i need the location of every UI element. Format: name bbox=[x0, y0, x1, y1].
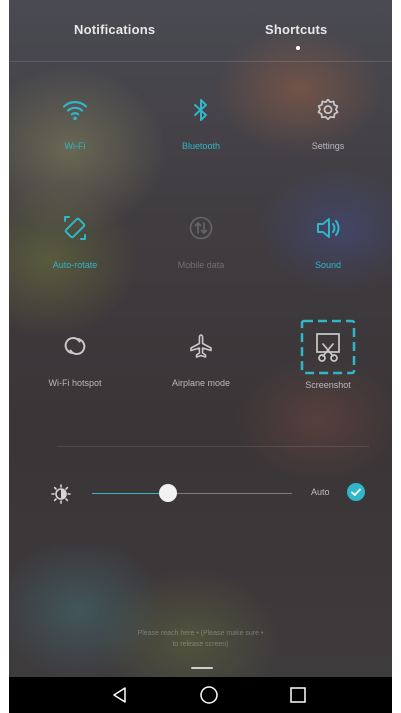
shortcut-label: Sound bbox=[314, 260, 342, 270]
footer-hint-line: to release screen) bbox=[172, 641, 229, 648]
shortcut-airplane-mode[interactable]: Airplane mode bbox=[137, 332, 265, 389]
wifi-icon bbox=[62, 101, 88, 121]
shortcut-auto-rotate[interactable]: Auto-rotate bbox=[11, 214, 139, 271]
panel-drag-handle[interactable] bbox=[191, 667, 213, 669]
check-icon bbox=[351, 488, 361, 496]
shortcut-screenshot[interactable]: Screenshot bbox=[264, 319, 392, 391]
shortcut-label: Airplane mode bbox=[171, 378, 231, 388]
brightness-slider[interactable] bbox=[92, 484, 292, 502]
gear-icon bbox=[317, 98, 339, 121]
shortcut-label: Auto-rotate bbox=[52, 260, 98, 270]
brightness-control: Auto bbox=[9, 476, 392, 512]
shortcut-sound[interactable]: Sound bbox=[264, 214, 392, 271]
auto-brightness-label: Auto bbox=[311, 487, 330, 497]
airplane-icon bbox=[190, 334, 212, 358]
back-icon[interactable] bbox=[110, 685, 130, 705]
section-divider bbox=[57, 446, 369, 447]
screenshot-icon bbox=[300, 319, 356, 375]
speaker-icon bbox=[317, 218, 340, 238]
hotspot-icon bbox=[64, 337, 86, 355]
shortcut-wifi[interactable]: Wi-Fi bbox=[11, 97, 139, 152]
recent-apps-icon[interactable] bbox=[288, 685, 308, 705]
shortcut-settings[interactable]: Settings bbox=[264, 97, 392, 152]
shortcut-bluetooth[interactable]: Bluetooth bbox=[137, 97, 265, 152]
shortcut-label: Settings bbox=[311, 141, 345, 151]
home-icon[interactable] bbox=[199, 685, 219, 705]
footer-hint-line: Please reach here • (Please make sure • bbox=[137, 630, 264, 637]
auto-brightness-checkbox[interactable] bbox=[347, 483, 365, 501]
auto-rotate-icon bbox=[64, 216, 86, 240]
shortcut-grid: Wi-Fi Bluetooth Settings Auto-rotate Mob… bbox=[9, 0, 392, 470]
shortcut-wifi-hotspot[interactable]: Wi-Fi hotspot bbox=[11, 332, 139, 389]
bluetooth-icon bbox=[194, 99, 207, 121]
mobile-data-icon bbox=[189, 216, 213, 240]
shortcut-mobile-data[interactable]: Mobile data bbox=[137, 214, 265, 271]
quick-settings-panel: Notifications Shortcuts Wi-Fi Bluetooth bbox=[9, 0, 392, 713]
footer-hint: Please reach here • (Please make sure • … bbox=[9, 628, 392, 650]
brightness-icon bbox=[51, 484, 71, 504]
brightness-slider-thumb[interactable] bbox=[159, 484, 177, 502]
shortcut-label: Wi-Fi bbox=[64, 141, 86, 151]
shortcut-label: Wi-Fi hotspot bbox=[48, 378, 102, 388]
shortcut-label: Mobile data bbox=[177, 260, 225, 270]
brightness-slider-fill bbox=[92, 493, 168, 494]
shortcut-label: Bluetooth bbox=[181, 141, 221, 151]
shortcut-label: Screenshot bbox=[305, 380, 351, 390]
navigation-bar bbox=[9, 677, 392, 713]
